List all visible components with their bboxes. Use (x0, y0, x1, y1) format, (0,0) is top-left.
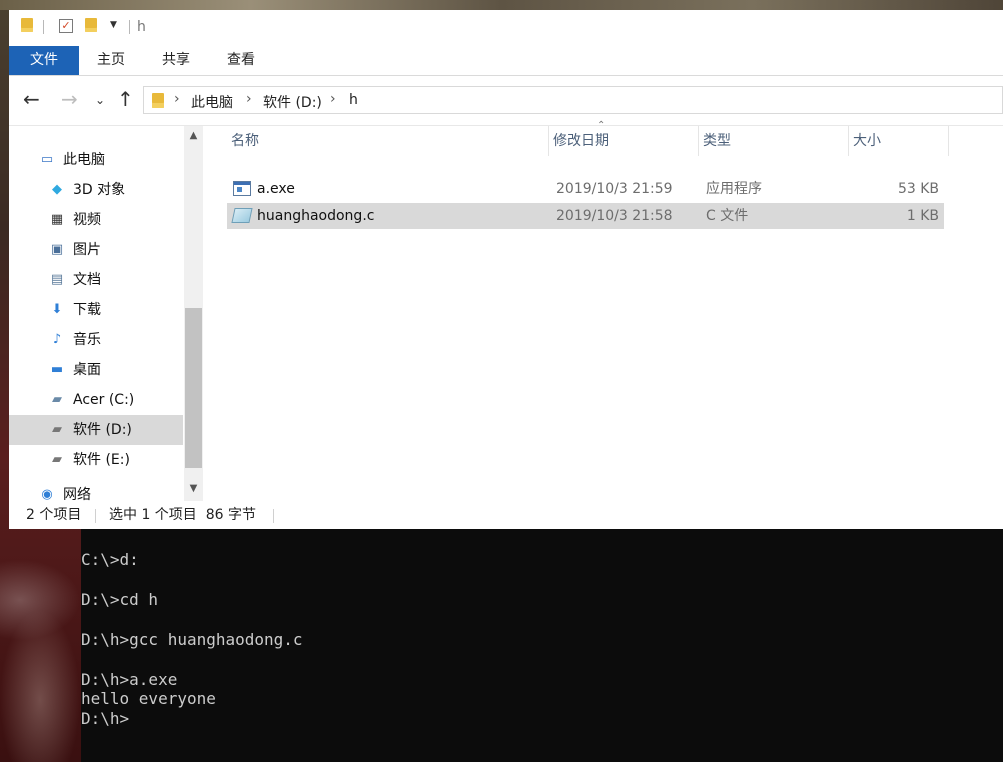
tab-share[interactable]: 共享 (143, 46, 209, 75)
file-row-huanghaodong-c[interactable]: huanghaodong.c 2019/10/3 21:58 C 文件 1 KB (227, 203, 944, 229)
console-prompt: D:\h> (81, 709, 130, 728)
sidebar-item-drive-e[interactable]: ▰ 软件 (E:) (9, 445, 183, 475)
toolbar-divider (129, 20, 130, 34)
console-line: D:\h>gcc huanghaodong.c (81, 630, 303, 649)
sidebar-item-pictures[interactable]: ▣ 图片 (9, 235, 183, 265)
console-line: hello everyone (81, 689, 216, 708)
sidebar-item-3d-objects[interactable]: ◆ 3D 对象 (9, 175, 183, 205)
exe-file-icon (233, 181, 251, 196)
address-bar: ← → ⌄ ↑ › 此电脑 › 软件 (D:) › h (9, 76, 1003, 126)
status-divider (95, 509, 96, 523)
breadcrumb-this-pc[interactable]: 此电脑 (191, 92, 233, 112)
sidebar-item-downloads[interactable]: ⬇ 下载 (9, 295, 183, 325)
file-row-a-exe[interactable]: a.exe 2019/10/3 21:59 应用程序 53 KB (227, 176, 944, 202)
scrollbar-thumb[interactable] (185, 308, 202, 468)
drive-icon: ▰ (52, 422, 62, 437)
forward-arrow-icon[interactable]: → (61, 89, 78, 109)
selection-info: 选中 1 个项目 86 字节 (109, 507, 256, 523)
sidebar-item-music[interactable]: ♪ 音乐 (9, 325, 183, 355)
video-icon: ▦ (50, 212, 64, 227)
file-explorer-window: ✓ ▼ h 文件 主页 共享 查看 ← → ⌄ ↑ › 此电脑 › 软件 (D:… (9, 10, 1003, 529)
properties-check-icon[interactable]: ✓ (59, 19, 73, 33)
file-date: 2019/10/3 21:59 (556, 181, 673, 197)
address-path-box[interactable]: › 此电脑 › 软件 (D:) › h (143, 86, 1003, 114)
back-arrow-icon[interactable]: ← (23, 89, 40, 109)
desktop-icon: ▬ (50, 362, 64, 377)
sidebar-item-label: 桌面 (73, 362, 101, 378)
file-date: 2019/10/3 21:58 (556, 208, 673, 224)
console-line: D:\>cd h (81, 590, 159, 609)
breadcrumb-drive-d[interactable]: 软件 (D:) (263, 92, 322, 112)
wallpaper-strip (0, 0, 1003, 10)
item-count: 2 个项目 (26, 507, 82, 523)
toolbar-divider (43, 20, 44, 34)
music-icon: ♪ (52, 332, 62, 347)
sidebar-item-label: 3D 对象 (73, 182, 126, 198)
computer-icon: ▭ (40, 152, 54, 167)
recent-locations-chevron-icon[interactable]: ⌄ (95, 90, 105, 110)
sidebar-item-label: 音乐 (73, 332, 101, 348)
file-size: 1 KB (906, 208, 939, 224)
tab-home[interactable]: 主页 (79, 46, 143, 75)
drive-icon: ▰ (52, 392, 62, 407)
document-icon: ▤ (50, 272, 64, 287)
breadcrumb-folder-h[interactable]: h (349, 92, 358, 108)
column-header-date[interactable]: 修改日期 (549, 126, 699, 156)
chevron-right-icon[interactable]: › (174, 91, 180, 107)
sidebar-item-label: 软件 (E:) (73, 452, 130, 468)
sidebar-item-label: Acer (C:) (73, 392, 135, 408)
sidebar-item-this-pc[interactable]: ▭ 此电脑 (9, 145, 183, 175)
file-name: a.exe (257, 181, 295, 197)
tab-file[interactable]: 文件 (9, 46, 79, 75)
window-title: h (137, 19, 146, 35)
console-line: D:\h>a.exe (81, 670, 178, 689)
c-file-icon (231, 208, 253, 223)
new-folder-icon[interactable] (85, 18, 99, 34)
file-size: 53 KB (897, 181, 939, 197)
tab-view[interactable]: 查看 (209, 46, 273, 75)
column-header-name[interactable]: 名称 (227, 126, 549, 156)
sidebar-item-label: 此电脑 (63, 152, 105, 168)
file-list: ⌃ 名称 修改日期 类型 大小 a.exe 2019/10/3 21:59 应用… (227, 120, 1003, 501)
scroll-down-icon[interactable]: ▼ (184, 480, 203, 498)
sidebar-item-label: 视频 (73, 212, 101, 228)
ribbon-tabs: 文件 主页 共享 查看 (9, 46, 1003, 76)
column-header-type[interactable]: 类型 (699, 126, 849, 156)
cube-icon: ◆ (52, 182, 62, 197)
chevron-right-icon[interactable]: › (330, 91, 336, 107)
folder-icon (152, 93, 164, 108)
customize-toolbar-dropdown-icon[interactable]: ▼ (110, 20, 117, 30)
scroll-up-icon[interactable]: ▲ (184, 127, 203, 145)
sidebar-item-drive-c[interactable]: ▰ Acer (C:) (9, 385, 183, 415)
status-divider (273, 509, 274, 523)
console-line: C:\>d: (81, 550, 139, 569)
sidebar-item-label: 下载 (73, 302, 101, 318)
up-arrow-icon[interactable]: ↑ (117, 89, 134, 109)
status-bar: 2 个项目 选中 1 个项目 86 字节 (9, 501, 1003, 529)
title-bar: ✓ ▼ h (9, 10, 1003, 46)
sidebar-item-label: 图片 (73, 242, 101, 258)
drive-icon: ▰ (52, 452, 62, 467)
column-header-size[interactable]: 大小 (849, 126, 949, 156)
sidebar-item-videos[interactable]: ▦ 视频 (9, 205, 183, 235)
picture-icon: ▣ (50, 242, 64, 257)
download-icon: ⬇ (51, 302, 63, 317)
folder-icon[interactable] (21, 18, 35, 34)
file-name: huanghaodong.c (257, 208, 375, 224)
command-prompt-window[interactable]: C:\>d: D:\>cd h D:\h>gcc huanghaodong.c … (81, 529, 1003, 762)
chevron-right-icon[interactable]: › (246, 91, 252, 107)
sidebar-item-documents[interactable]: ▤ 文档 (9, 265, 183, 295)
navigation-pane: ▭ 此电脑 ◆ 3D 对象 ▦ 视频 ▣ 图片 ▤ 文档 ⬇ 下载 ♪ 音乐 ▬ (9, 126, 204, 503)
file-type: 应用程序 (706, 181, 762, 197)
sidebar-item-label: 软件 (D:) (73, 422, 132, 438)
sidebar-item-label: 文档 (73, 272, 101, 288)
sidebar-item-desktop[interactable]: ▬ 桌面 (9, 355, 183, 385)
sidebar-item-drive-d[interactable]: ▰ 软件 (D:) (9, 415, 183, 445)
file-type: C 文件 (706, 208, 749, 224)
